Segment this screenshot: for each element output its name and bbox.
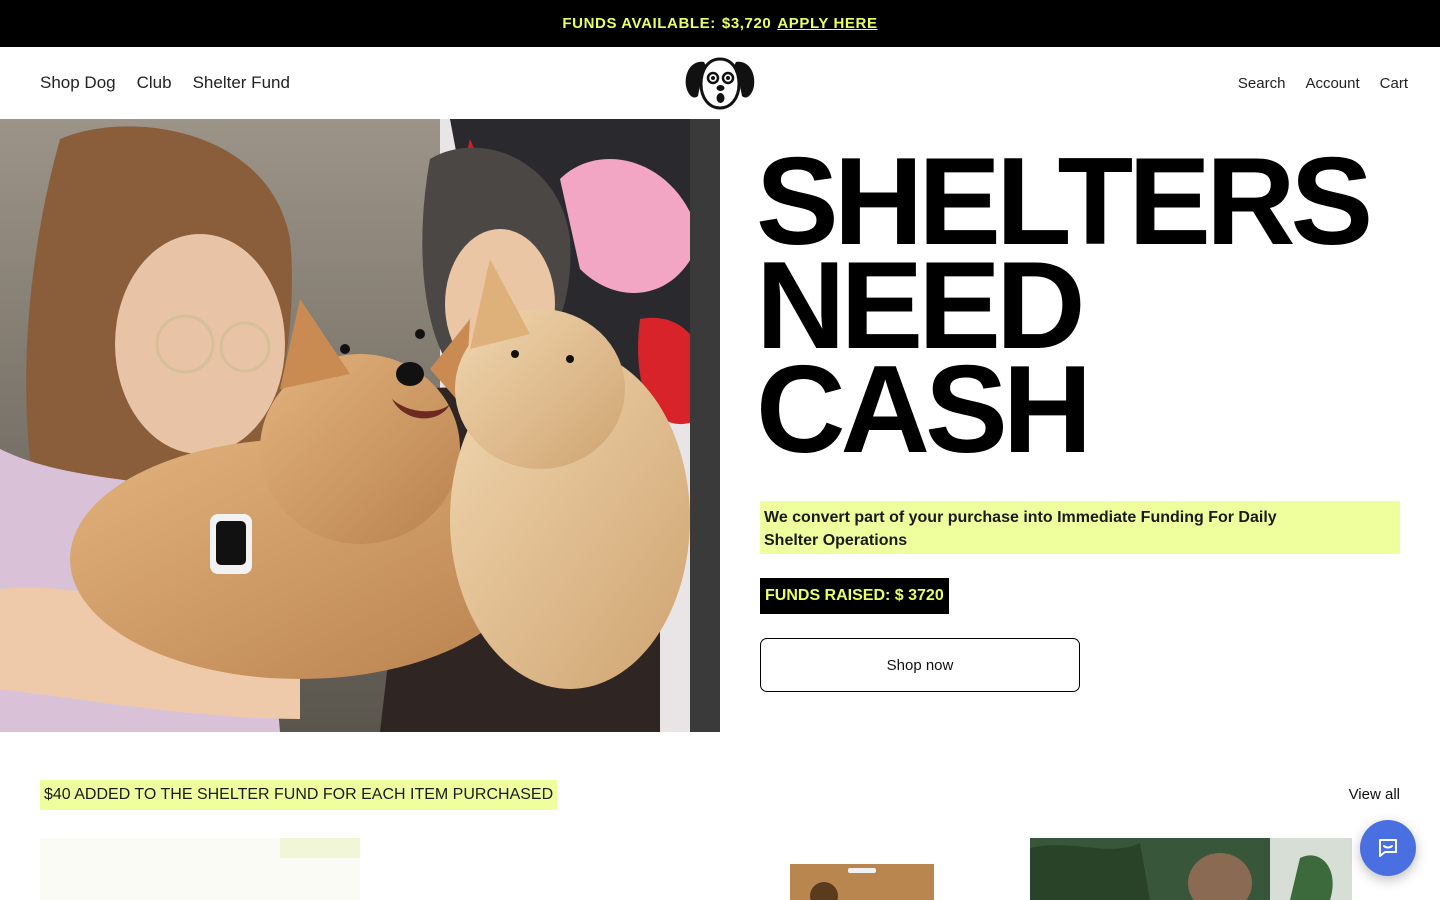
funds-available-amount: $3,720	[721, 15, 772, 32]
headline-line-3: CASH	[756, 341, 1092, 479]
apply-here-link[interactable]: APPLY HERE	[777, 15, 877, 32]
site-header: Shop Dog Club Shelter Fund Search Accoun…	[0, 47, 1440, 119]
nav-club[interactable]: Club	[137, 73, 172, 93]
hero-headline: SHELTERS NEED CASH	[756, 140, 1416, 479]
nav-shop-dog[interactable]: Shop Dog	[40, 73, 116, 93]
shop-now-button[interactable]: Shop now	[760, 638, 1080, 692]
search-link[interactable]: Search	[1238, 75, 1286, 92]
collection-header: $40 ADDED TO THE SHELTER FUND FOR EACH I…	[40, 780, 1400, 810]
nav-shelter-fund[interactable]: Shelter Fund	[193, 73, 290, 93]
chat-bubble-icon	[1379, 839, 1397, 857]
shelter-fund-promo-badge: $40 ADDED TO THE SHELTER FUND FOR EACH I…	[40, 780, 558, 810]
product-image-3	[712, 838, 1012, 900]
primary-nav: Shop Dog Club Shelter Fund	[40, 47, 290, 119]
dog-face-logo-icon[interactable]	[684, 56, 756, 110]
product-image-1	[40, 838, 360, 900]
funds-raised-badge: FUNDS RAISED: $ 3720	[760, 578, 949, 614]
product-image-4	[1030, 838, 1352, 900]
announcement-bar: FUNDS AVAILABLE: $3,720 APPLY HERE	[0, 0, 1440, 47]
chat-launcher-button[interactable]	[1360, 820, 1416, 876]
view-all-link[interactable]: View all	[1349, 786, 1400, 803]
utility-nav: Search Account Cart	[1238, 47, 1408, 119]
cart-link[interactable]: Cart	[1380, 75, 1408, 92]
product-card-4[interactable]	[1030, 838, 1352, 900]
funds-available-label: FUNDS AVAILABLE:	[562, 15, 716, 32]
account-link[interactable]: Account	[1305, 75, 1359, 92]
hero-photo-art	[0, 119, 720, 732]
hero-subhead: We convert part of your purchase into Im…	[760, 501, 1400, 554]
hero-photo	[0, 119, 720, 732]
product-card-1[interactable]	[40, 838, 360, 900]
product-card-3[interactable]	[712, 838, 1012, 900]
